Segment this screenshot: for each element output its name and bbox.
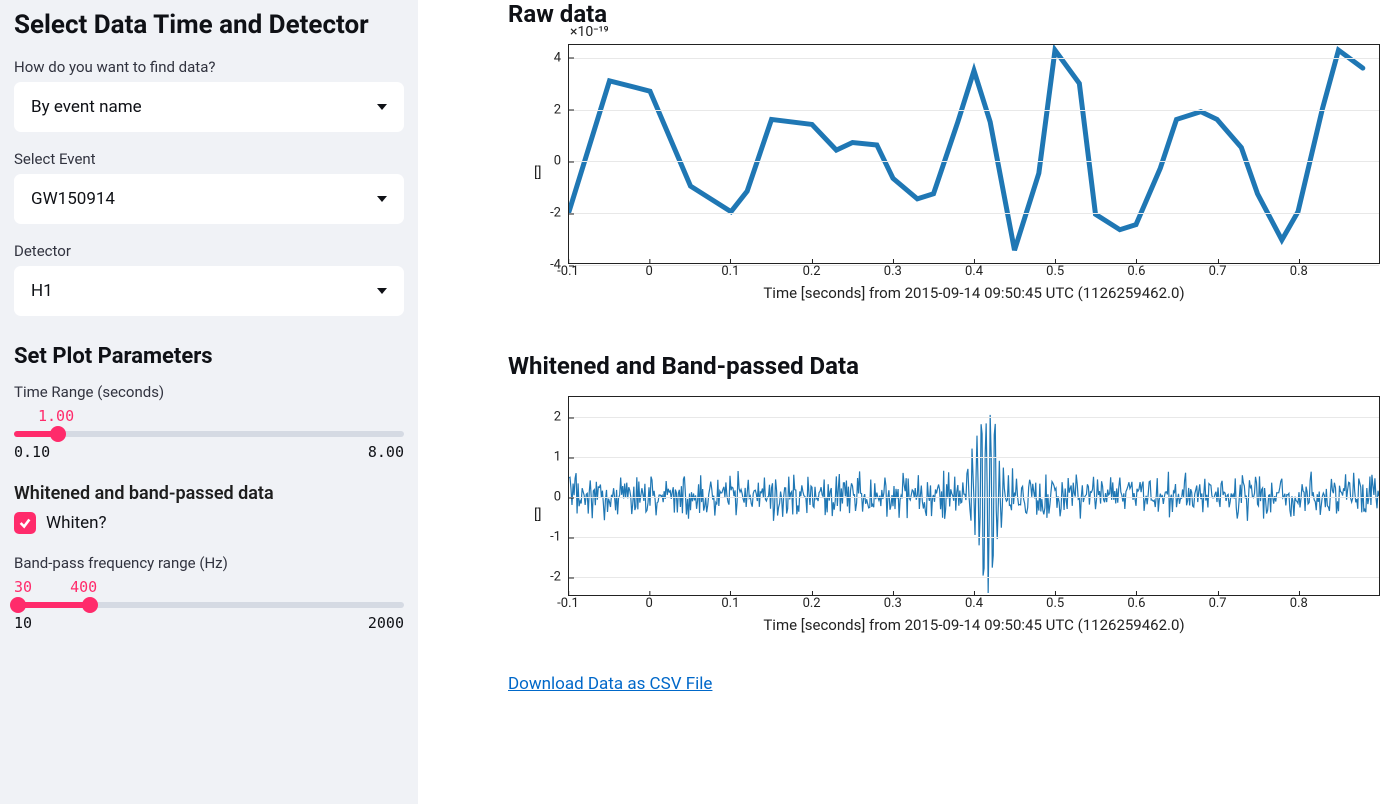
slider-thumb-high[interactable]: [82, 597, 98, 613]
main-content: Raw data ×10⁻¹⁹ [] 420-2-4 -0.100.10.20.…: [418, 0, 1400, 804]
checkbox-checked-icon: [14, 512, 36, 534]
heading-plot-params: Set Plot Parameters: [14, 344, 404, 369]
bandpass-min: 10: [14, 614, 32, 632]
find-data-label: How do you want to find data?: [14, 58, 404, 76]
select-event-label: Select Event: [14, 150, 404, 168]
bandpass-slider[interactable]: [14, 602, 404, 608]
whitened-chart: [] 210-1-2 -0.100.10.20.30.40.50.60.70.8…: [508, 396, 1380, 634]
whiten-checkbox-label: Whiten?: [46, 513, 107, 533]
bandpass-values: 30400: [14, 578, 404, 596]
time-range-slider[interactable]: [14, 431, 404, 437]
white-plot-line: [569, 397, 1379, 595]
white-x-label: Time [seconds] from 2015-09-14 09:50:45 …: [568, 616, 1380, 634]
raw-y-unit: []: [534, 165, 541, 181]
slider-thumb-low[interactable]: [10, 597, 26, 613]
chevron-down-icon: [377, 196, 387, 202]
detector-select[interactable]: H1: [14, 266, 404, 316]
time-range-min: 0.10: [14, 443, 50, 461]
raw-x-label: Time [seconds] from 2015-09-14 09:50:45 …: [568, 284, 1380, 302]
detector-label: Detector: [14, 242, 404, 260]
select-event-select[interactable]: GW150914: [14, 174, 404, 224]
select-event-value: GW150914: [31, 189, 115, 209]
raw-plot-line: [569, 45, 1379, 263]
chevron-down-icon: [377, 288, 387, 294]
time-range-max: 8.00: [368, 443, 404, 461]
raw-data-title: Raw data: [508, 0, 1380, 28]
find-data-select[interactable]: By event name: [14, 82, 404, 132]
time-range-value: 1.00: [38, 407, 404, 425]
sidebar: Select Data Time and Detector How do you…: [0, 0, 418, 804]
detector-value: H1: [31, 281, 53, 301]
raw-data-chart: ×10⁻¹⁹ [] 420-2-4 -0.100.10.20.30.40.50.…: [508, 44, 1380, 302]
whiten-section-label: Whitened and band-passed data: [14, 483, 404, 504]
raw-y-scale: ×10⁻¹⁹: [570, 24, 609, 40]
bandpass-label: Band-pass frequency range (Hz): [14, 554, 404, 572]
heading-data-time-detector: Select Data Time and Detector: [14, 10, 404, 40]
slider-thumb[interactable]: [50, 426, 66, 442]
white-y-unit: []: [534, 507, 541, 523]
time-range-label: Time Range (seconds): [14, 383, 404, 401]
whitened-title: Whitened and Band-passed Data: [508, 352, 1380, 380]
chevron-down-icon: [377, 104, 387, 110]
bandpass-max: 2000: [368, 614, 404, 632]
download-csv-link[interactable]: Download Data as CSV File: [508, 674, 712, 694]
whiten-checkbox[interactable]: Whiten?: [14, 512, 404, 534]
find-data-value: By event name: [31, 97, 142, 117]
